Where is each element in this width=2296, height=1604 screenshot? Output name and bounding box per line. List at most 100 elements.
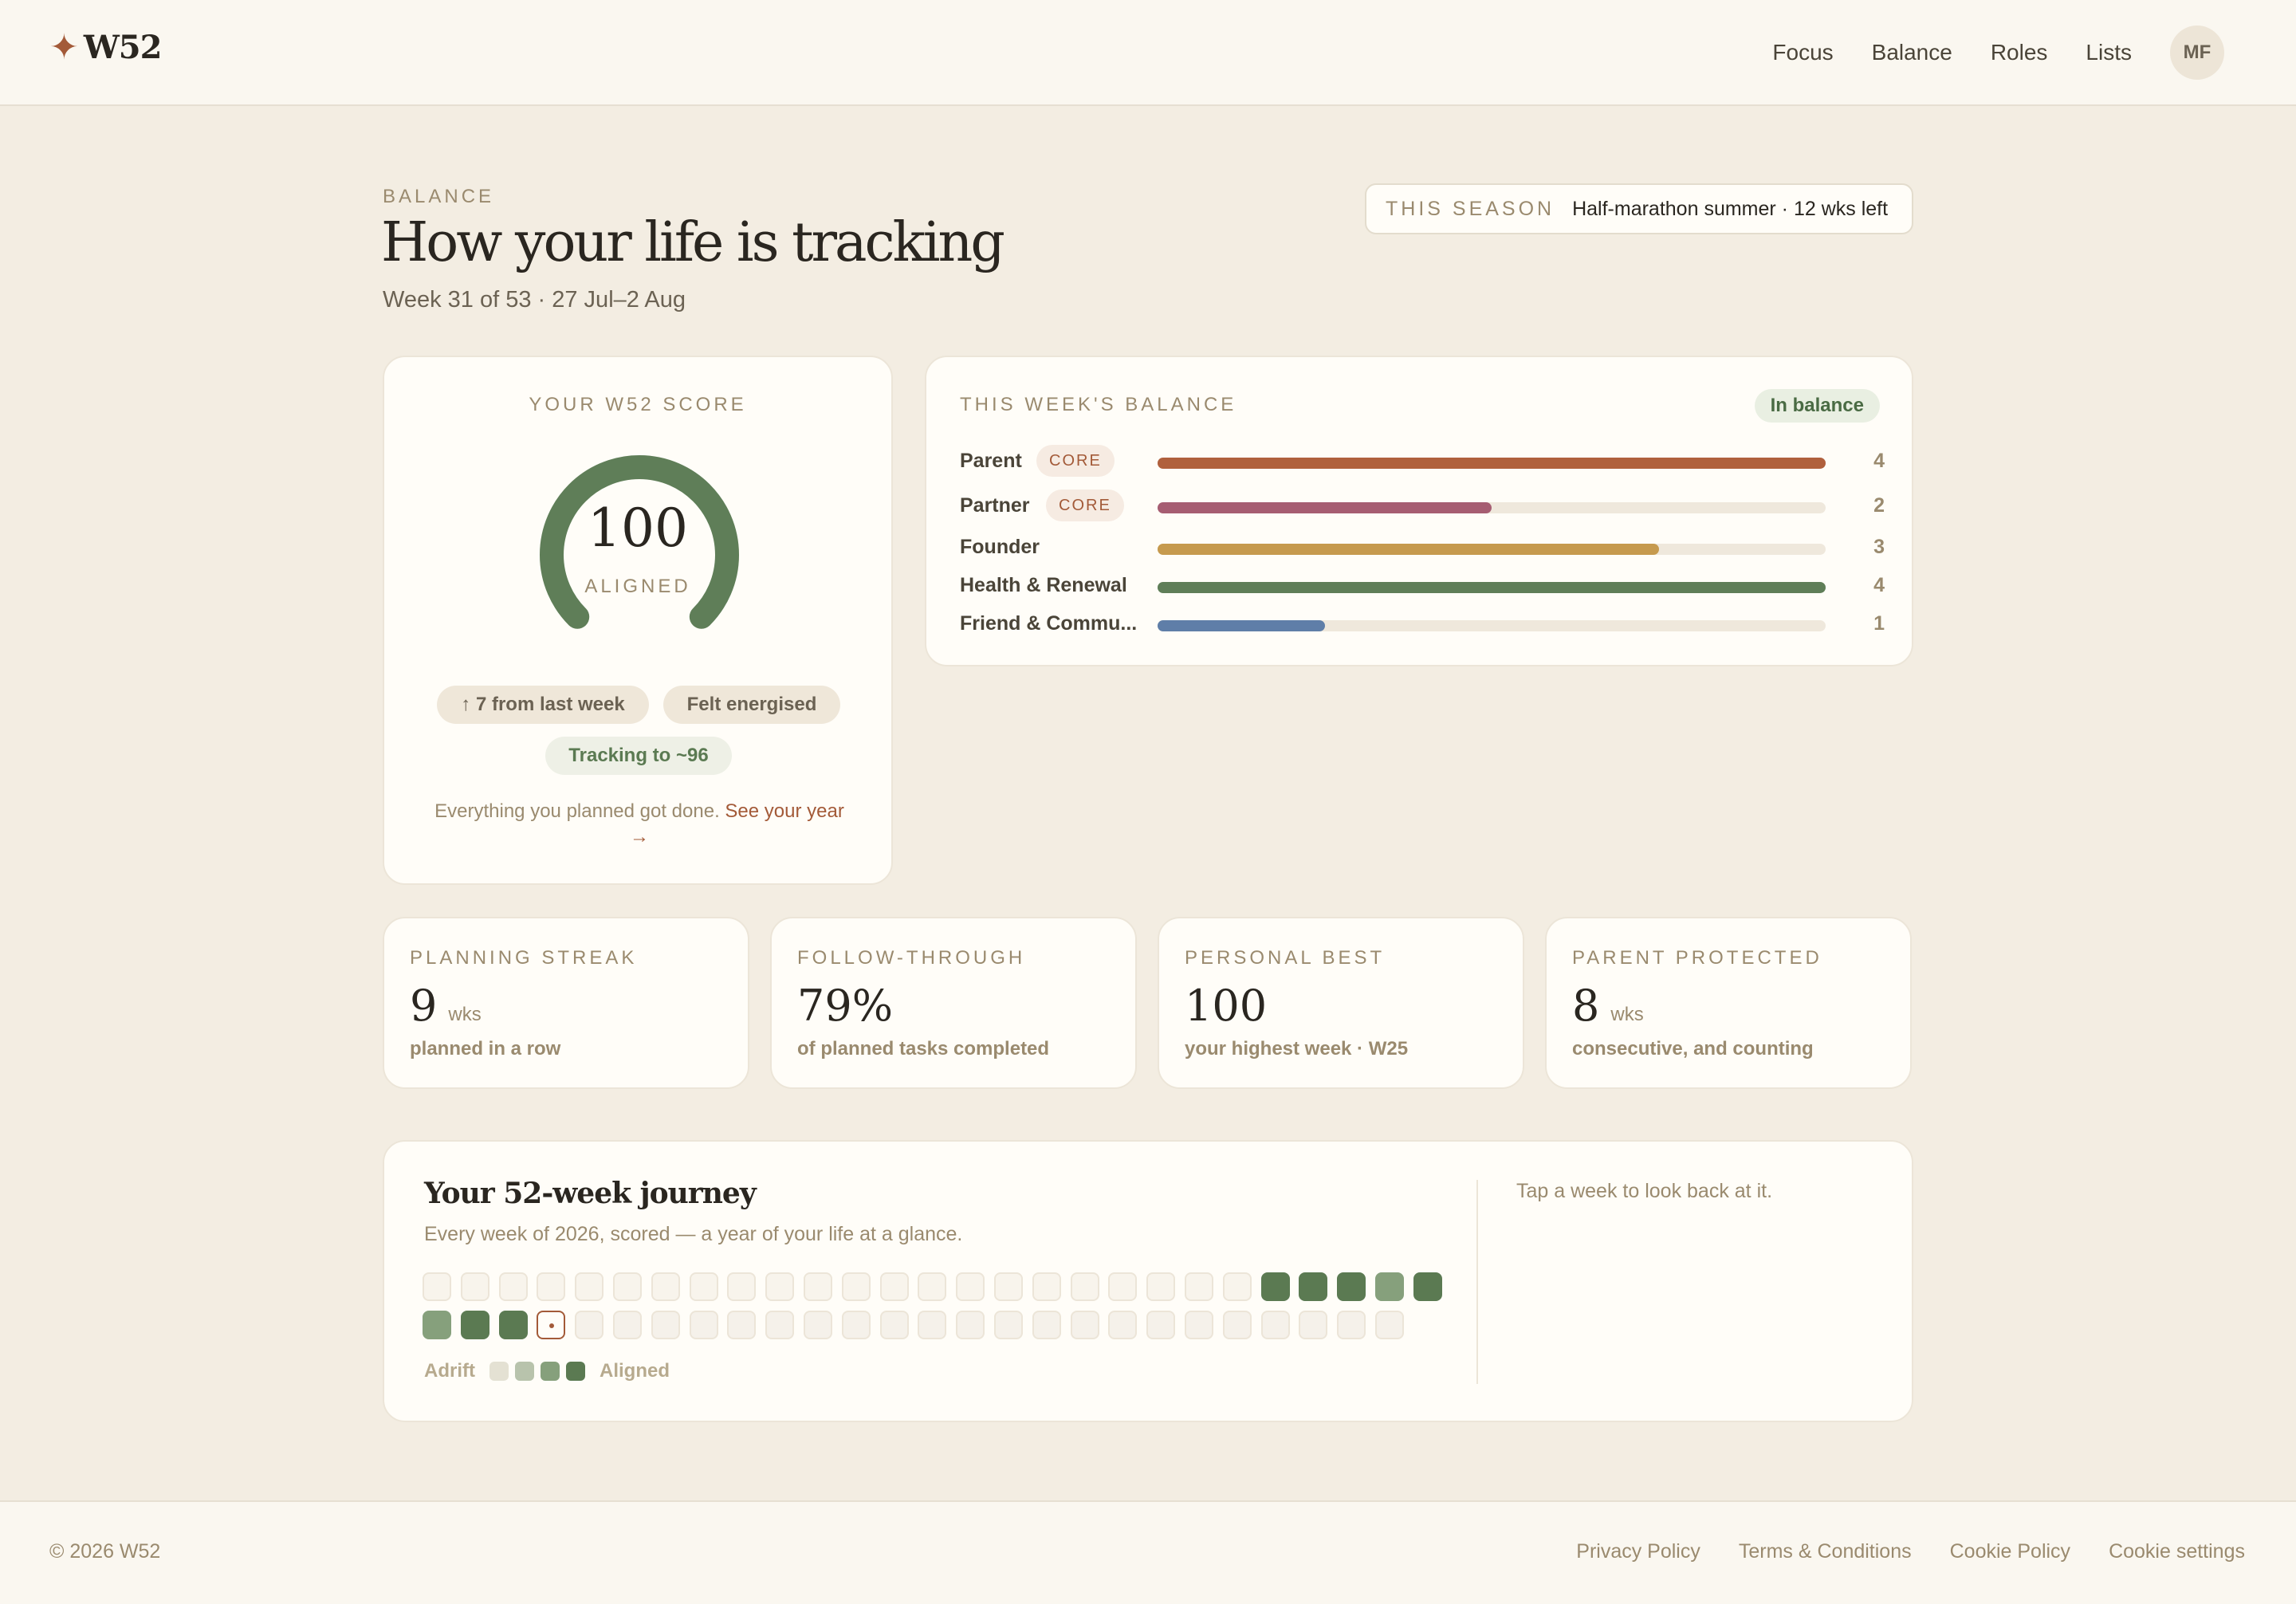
role-row[interactable]: Partner CORE 2	[960, 489, 1885, 523]
week-cell[interactable]	[1070, 1311, 1099, 1339]
stat-caption: your highest week · W25	[1185, 1038, 1409, 1060]
nav-balance[interactable]: Balance	[1872, 40, 1952, 65]
week-cell[interactable]	[1337, 1272, 1366, 1301]
week-cell[interactable]	[1032, 1272, 1061, 1301]
role-name: Friend & Commu...	[960, 612, 1138, 635]
role-row[interactable]: Parent CORE 4	[960, 445, 1885, 478]
week-cell[interactable]	[575, 1272, 604, 1301]
week-cell[interactable]	[537, 1311, 566, 1339]
stat-caption: planned in a row	[410, 1038, 561, 1060]
season-label: THIS SEASON	[1386, 197, 1555, 220]
score-card: YOUR W52 SCORE 100 ALIGNED ↑ 7 from last…	[383, 356, 893, 885]
journey-title: Your 52-week journey	[424, 1177, 757, 1210]
role-row[interactable]: Health & Renewal 4	[960, 571, 1885, 603]
week-cell[interactable]	[651, 1311, 680, 1339]
week-cell[interactable]	[804, 1272, 832, 1301]
privacy-policy-link[interactable]: Privacy Policy	[1576, 1540, 1700, 1563]
week-cell[interactable]	[1070, 1272, 1099, 1301]
week-cell[interactable]	[994, 1311, 1023, 1339]
stat-number: 8	[1572, 981, 1600, 1031]
journey-card: Your 52-week journey Every week of 2026,…	[383, 1140, 1913, 1422]
week-cell[interactable]	[879, 1311, 909, 1339]
week-cell[interactable]	[1299, 1272, 1328, 1301]
week-cell[interactable]	[879, 1272, 909, 1301]
nav-lists[interactable]: Lists	[2086, 40, 2132, 65]
week-cell[interactable]	[956, 1311, 985, 1339]
legend-swatch	[514, 1362, 534, 1381]
role-bar-fill	[1158, 582, 1826, 593]
brand-logo[interactable]: ✦ W52	[49, 29, 162, 66]
week-cell[interactable]	[651, 1272, 680, 1301]
role-row[interactable]: Founder 3	[960, 533, 1885, 564]
week-cell[interactable]	[727, 1311, 757, 1339]
week-cell[interactable]	[1185, 1272, 1213, 1301]
week-cell[interactable]	[1260, 1311, 1290, 1339]
week-cell[interactable]	[1413, 1272, 1442, 1301]
role-bar-track	[1158, 582, 1826, 593]
week-cell[interactable]	[1375, 1272, 1404, 1301]
stat-card-parent-protected: PARENT PROTECTED 8 wks consecutive, and c…	[1545, 917, 1912, 1089]
week-cell[interactable]	[918, 1311, 947, 1339]
page-title: How your life is tracking	[381, 211, 1005, 274]
role-name: Partner	[960, 494, 1030, 517]
week-cell[interactable]	[689, 1272, 718, 1301]
week-cell[interactable]	[804, 1311, 832, 1339]
week-cell[interactable]	[1032, 1311, 1061, 1339]
nav-focus[interactable]: Focus	[1772, 40, 1833, 65]
role-bar-fill	[1158, 458, 1826, 469]
role-bar-fill	[1158, 502, 1492, 513]
week-cell[interactable]	[1375, 1311, 1404, 1339]
week-cell[interactable]	[765, 1311, 795, 1339]
stat-caption: consecutive, and counting	[1572, 1038, 1814, 1060]
arrow-right-icon[interactable]: →	[630, 826, 649, 847]
cookie-settings-link[interactable]: Cookie settings	[2109, 1540, 2245, 1563]
week-cell[interactable]	[1222, 1272, 1252, 1301]
avatar[interactable]: MF	[2170, 26, 2224, 80]
week-cell[interactable]	[727, 1272, 757, 1301]
week-cell[interactable]	[1337, 1311, 1366, 1339]
week-cell[interactable]	[1260, 1272, 1290, 1301]
week-cell[interactable]	[498, 1272, 528, 1301]
cookie-policy-link[interactable]: Cookie Policy	[1950, 1540, 2070, 1563]
week-cell[interactable]	[575, 1311, 604, 1339]
week-cell[interactable]	[423, 1311, 451, 1339]
week-cell[interactable]	[460, 1311, 489, 1339]
week-cell[interactable]	[1185, 1311, 1213, 1339]
week-cell[interactable]	[689, 1311, 718, 1339]
role-bar-track	[1158, 458, 1826, 469]
week-cell[interactable]	[1299, 1311, 1328, 1339]
week-cell[interactable]	[1146, 1272, 1176, 1301]
see-your-year-link[interactable]: See your year	[725, 800, 843, 822]
week-cell[interactable]	[1108, 1272, 1138, 1301]
week-cell[interactable]	[537, 1272, 566, 1301]
week-cell[interactable]	[423, 1272, 451, 1301]
week-cell[interactable]	[1222, 1311, 1252, 1339]
terms-link[interactable]: Terms & Conditions	[1739, 1540, 1912, 1563]
week-cell[interactable]	[613, 1272, 642, 1301]
balance-eyebrow: THIS WEEK'S BALANCE	[960, 394, 1237, 415]
week-cell[interactable]	[1146, 1311, 1176, 1339]
week-cell[interactable]	[765, 1272, 795, 1301]
role-count: 4	[1873, 574, 1885, 596]
stat-unit: wks	[448, 1004, 482, 1025]
week-cell[interactable]	[613, 1311, 642, 1339]
legend-swatch	[489, 1362, 509, 1381]
journey-subtitle: Every week of 2026, scored — a year of y…	[424, 1223, 963, 1245]
score-change-pill: ↑ 7 from last week	[437, 686, 649, 724]
week-cell[interactable]	[956, 1272, 985, 1301]
week-cell[interactable]	[918, 1272, 947, 1301]
week-cell[interactable]	[498, 1311, 528, 1339]
nav-roles[interactable]: Roles	[1991, 40, 2048, 65]
page-subtitle: Week 31 of 53 · 27 Jul–2 Aug	[383, 287, 686, 313]
week-cell[interactable]	[460, 1272, 489, 1301]
page-eyebrow: BALANCE	[383, 186, 495, 207]
role-count: 1	[1873, 612, 1885, 635]
role-row[interactable]: Friend & Commu... 1	[960, 609, 1885, 641]
footer: © 2026 W52 Privacy Policy Terms & Condit…	[0, 1500, 2296, 1604]
week-cell[interactable]	[1108, 1311, 1138, 1339]
week-cell[interactable]	[841, 1272, 871, 1301]
stat-eyebrow: PARENT PROTECTED	[1572, 947, 1822, 969]
role-count: 2	[1873, 494, 1885, 517]
week-cell[interactable]	[841, 1311, 871, 1339]
week-cell[interactable]	[994, 1272, 1023, 1301]
